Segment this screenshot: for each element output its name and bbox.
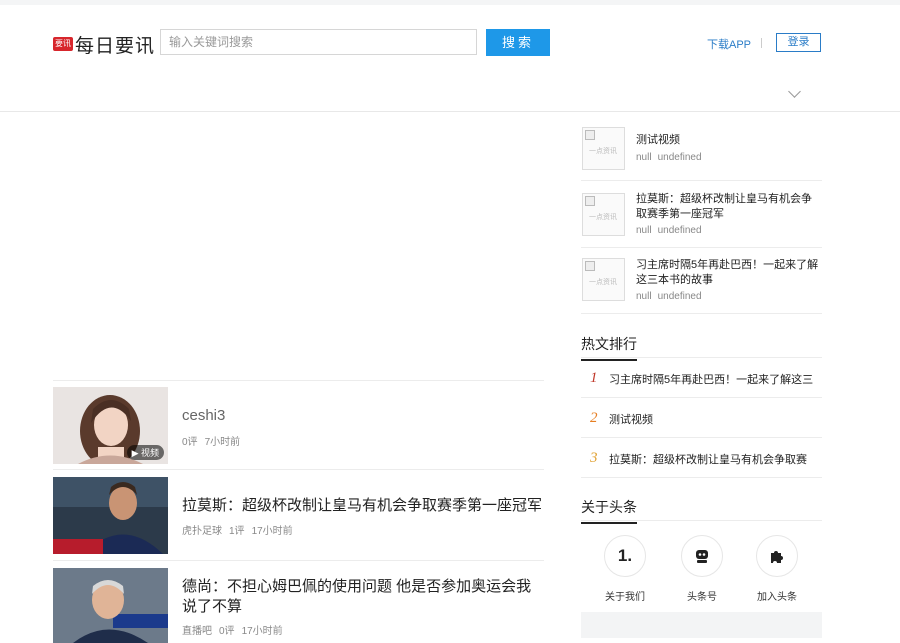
join-toutiao-link[interactable]: 加入头条 xyxy=(747,535,807,603)
source-name: 虎扑足球 xyxy=(182,526,222,537)
video-meta: null undefined xyxy=(636,152,702,163)
video-list-item[interactable]: 一点资讯 测试视频 null undefined xyxy=(581,115,822,181)
source-name: 直播吧 xyxy=(182,626,212,637)
logo-text: 每日要讯 xyxy=(75,35,156,57)
feed-title[interactable]: 德尚：不担心姆巴佩的使用问题 他是否参加奥运会我说了不算 xyxy=(182,577,542,617)
about-label: 关于我们 xyxy=(605,592,645,603)
video-badge: ▶ 视频 xyxy=(126,445,164,460)
publish-time: 17小时前 xyxy=(241,626,283,637)
number-one-icon[interactable]: 1. xyxy=(604,535,646,577)
hot-item-title[interactable]: 习主席时隔5年再赴巴西！一起来了解这三 xyxy=(609,371,822,387)
video-title[interactable]: 习主席时隔5年再赴巴西！一起来了解这三本书的故事 xyxy=(636,258,822,288)
feed-meta: 0评 7小时前 xyxy=(182,433,247,448)
publish-time: 7小时前 xyxy=(204,437,241,448)
video-meta: null undefined xyxy=(636,291,702,302)
feed-thumbnail[interactable]: ▶ 视频 xyxy=(53,387,168,464)
feed-item[interactable]: 德尚：不担心姆巴佩的使用问题 他是否参加奥运会我说了不算 直播吧 0评 17小时前 xyxy=(53,562,544,643)
feed-item[interactable]: ▶ 视频 ceshi3 0评 7小时前 xyxy=(53,381,544,470)
chevron-down-icon[interactable] xyxy=(788,85,801,98)
robot-icon[interactable] xyxy=(681,535,723,577)
comment-count: 1评 xyxy=(229,526,245,537)
video-list-item[interactable]: 一点资讯 拉莫斯：超级杯改制让皇马有机会争取赛季第一座冠军 null undefi… xyxy=(581,182,822,248)
comment-count: 0评 xyxy=(219,626,235,637)
publish-time: 17小时前 xyxy=(251,526,293,537)
feed-thumbnail[interactable] xyxy=(53,477,168,554)
about-label: 头条号 xyxy=(687,592,717,603)
broken-image-icon[interactable]: 一点资讯 xyxy=(582,127,625,170)
video-title[interactable]: 拉莫斯：超级杯改制让皇马有机会争取赛季第一座冠军 xyxy=(636,192,822,222)
logo[interactable]: 要讯 每日要讯 xyxy=(53,32,156,57)
about-label: 加入头条 xyxy=(757,592,797,603)
about-section-title: 关于头条 xyxy=(581,497,637,524)
search-input[interactable]: 输入关键词搜索 xyxy=(160,29,477,55)
hot-item-title[interactable]: 测试视频 xyxy=(609,411,822,427)
feed-meta: 直播吧 0评 17小时前 xyxy=(182,622,290,637)
feed-title[interactable]: ceshi3 xyxy=(182,406,542,426)
hot-item-title[interactable]: 拉莫斯：超级杯改制让皇马有机会争取赛 xyxy=(609,451,822,467)
feed-thumbnail[interactable] xyxy=(53,568,168,643)
hot-section-header: 热文排行 xyxy=(581,334,822,361)
feed-item[interactable]: 拉莫斯：超级杯改制让皇马有机会争取赛季第一座冠军 虎扑足球 1评 17小时前 xyxy=(53,471,544,561)
feed-title[interactable]: 拉莫斯：超级杯改制让皇马有机会争取赛季第一座冠军 xyxy=(182,496,542,516)
header-divider xyxy=(761,38,762,48)
comment-count: 0评 xyxy=(182,437,198,448)
puzzle-piece-icon[interactable] xyxy=(756,535,798,577)
login-button[interactable]: 登录 xyxy=(776,33,821,52)
feed-meta: 虎扑足球 1评 17小时前 xyxy=(182,522,300,537)
hot-section-title: 热文排行 xyxy=(581,334,637,361)
search-button[interactable]: 搜索 xyxy=(486,29,550,56)
video-meta: null undefined xyxy=(636,225,702,236)
broken-image-icon[interactable]: 一点资讯 xyxy=(582,193,625,236)
broken-image-icon[interactable]: 一点资讯 xyxy=(582,258,625,301)
header: 要讯 每日要讯 输入关键词搜索 搜索 下载APP 登录 xyxy=(0,5,900,112)
about-us-link[interactable]: 1. 关于我们 xyxy=(595,535,655,603)
hot-list-item[interactable]: 1 习主席时隔5年再赴巴西！一起来了解这三 xyxy=(581,358,822,398)
rank-number: 1 xyxy=(590,370,598,386)
toutiao-account-link[interactable]: 头条号 xyxy=(672,535,732,603)
sidebar-footer-bar xyxy=(581,612,822,638)
about-section-header: 关于头条 xyxy=(581,497,822,524)
rank-number: 2 xyxy=(590,410,598,426)
logo-badge: 要讯 xyxy=(53,37,73,51)
video-list-item[interactable]: 一点资讯 习主席时隔5年再赴巴西！一起来了解这三本书的故事 null undefi… xyxy=(581,249,822,314)
hot-list-item[interactable]: 2 测试视频 xyxy=(581,398,822,438)
hot-list-item[interactable]: 3 拉莫斯：超级杯改制让皇马有机会争取赛 xyxy=(581,438,822,478)
rank-number: 3 xyxy=(590,450,598,466)
download-app-link[interactable]: 下载APP xyxy=(707,36,751,52)
video-title[interactable]: 测试视频 xyxy=(636,133,822,148)
